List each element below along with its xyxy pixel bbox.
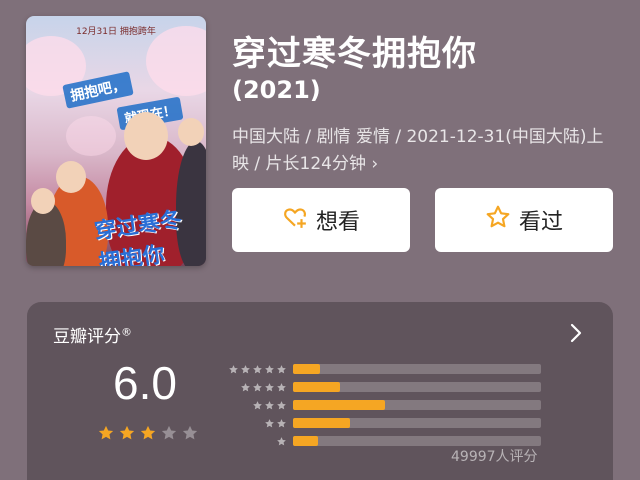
- star-empty-icon: [161, 425, 177, 440]
- movie-meta-link[interactable]: 中国大陆 / 剧情 爱情 / 2021-12-31(中国大陆)上映 / 片长12…: [232, 124, 612, 178]
- rating-title: 豆瓣评分®: [53, 322, 132, 347]
- star-small-icon: [253, 364, 262, 373]
- star-small-icon: [277, 364, 286, 373]
- rating-bar-fill: [293, 364, 321, 374]
- bar-star-level: [223, 436, 287, 447]
- bar-star-level: [223, 364, 287, 375]
- star-small-icon: [241, 382, 250, 391]
- poster-face: [124, 112, 168, 160]
- star-filled-icon: [98, 425, 114, 440]
- poster-date-banner: 12月31日 拥抱跨年: [76, 27, 156, 37]
- rating-bar-row: [223, 360, 541, 378]
- rating-bar-row: [223, 378, 541, 396]
- star-empty-icon: [182, 425, 198, 440]
- star-small-icon: [265, 418, 274, 427]
- rating-bar-track: [293, 418, 541, 428]
- rating-bar-track: [293, 436, 541, 446]
- star-small-icon: [229, 364, 238, 373]
- star-small-icon: [277, 382, 286, 391]
- watched-label: 看过: [518, 210, 563, 235]
- bar-star-level: [223, 418, 287, 429]
- rating-bar-row: [223, 396, 541, 414]
- star-small-icon: [265, 364, 274, 373]
- rating-bar-fill: [293, 436, 318, 446]
- star-filled-icon: [140, 425, 156, 440]
- rating-distribution: [223, 360, 541, 450]
- want-to-watch-button[interactable]: 想看: [232, 188, 410, 252]
- star-small-icon: [253, 400, 262, 409]
- registered-mark: ®: [121, 325, 132, 339]
- rating-label-text: 豆瓣评分: [53, 327, 121, 347]
- rating-bar-fill: [293, 418, 351, 428]
- bar-star-level: [223, 400, 287, 411]
- rating-bar-row: [223, 414, 541, 432]
- watched-button[interactable]: 看过: [435, 188, 613, 252]
- rating-stars: [97, 424, 199, 442]
- star-small-icon: [277, 400, 286, 409]
- blossom-decoration: [66, 116, 116, 156]
- heart-plus-icon: [282, 204, 308, 236]
- star-outline-icon: [485, 204, 511, 236]
- rating-bar-track: [293, 364, 541, 374]
- star-small-icon: [277, 418, 286, 427]
- rating-bar-fill: [293, 382, 341, 392]
- rating-bar-track: [293, 382, 541, 392]
- rating-bar-fill: [293, 400, 385, 410]
- star-small-icon: [265, 382, 274, 391]
- want-to-watch-label: 想看: [315, 210, 360, 235]
- poster-face: [56, 161, 86, 193]
- movie-title: 穿过寒冬拥抱你: [232, 34, 477, 74]
- bar-star-level: [223, 382, 287, 393]
- star-filled-icon: [119, 425, 135, 440]
- movie-year: (2021): [232, 76, 321, 104]
- rating-card[interactable]: 豆瓣评分® 6.0 49997人评分: [27, 302, 613, 480]
- star-small-icon: [241, 364, 250, 373]
- movie-poster[interactable]: 12月31日 拥抱跨年 拥抱吧， 就现在！ 穿过寒冬 拥抱你: [26, 16, 206, 266]
- chevron-right-icon[interactable]: [569, 322, 583, 344]
- rating-score: 6.0: [113, 357, 177, 409]
- rating-bar-track: [293, 400, 541, 410]
- poster-face: [31, 188, 55, 214]
- poster-face: [178, 118, 204, 146]
- star-small-icon: [253, 382, 262, 391]
- star-small-icon: [265, 400, 274, 409]
- star-small-icon: [277, 436, 286, 445]
- vote-count[interactable]: 49997人评分: [451, 446, 538, 466]
